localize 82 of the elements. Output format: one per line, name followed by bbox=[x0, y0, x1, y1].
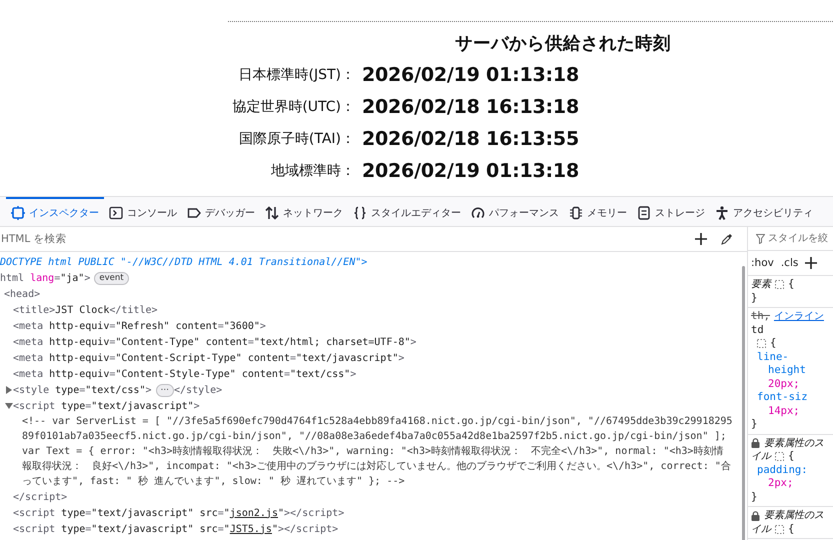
closing-brace: } bbox=[751, 292, 758, 305]
braces-icon bbox=[353, 206, 367, 220]
property-name: padding: bbox=[757, 464, 808, 477]
add-rule-icon[interactable] bbox=[805, 257, 818, 269]
accessibility-person-icon bbox=[715, 206, 729, 220]
markup-line[interactable]: <script type="text/javascript" src="json2.js"></script> bbox=[13, 508, 344, 518]
devtools-tab[interactable]: パフォーマンス bbox=[466, 197, 564, 226]
time-label: 地域標準時： bbox=[271, 162, 355, 180]
markup-line[interactable]: <head> bbox=[4, 288, 40, 300]
page-heading: サーバから供給された時刻 bbox=[455, 33, 671, 55]
collapsed-triangle-icon[interactable] bbox=[4, 386, 12, 394]
scrollbar-thumb[interactable] bbox=[742, 266, 745, 540]
source-link[interactable]: インライン bbox=[774, 310, 824, 324]
file-link[interactable]: json2.js bbox=[230, 508, 278, 518]
property-name: height bbox=[768, 364, 806, 378]
devtools-tab[interactable]: ストレージ bbox=[632, 197, 710, 226]
time-label: 国際原子時(TAI)： bbox=[238, 130, 355, 148]
storage-icon bbox=[637, 206, 651, 220]
markup-line[interactable]: <style type="text/css"> bbox=[13, 384, 152, 396]
property-name: line- bbox=[757, 350, 789, 364]
open-brace: { bbox=[788, 522, 794, 536]
open-brace: { bbox=[770, 337, 776, 350]
markup-line[interactable]: <meta http-equiv="Content-Style-Type" content="text/css"> bbox=[13, 368, 356, 380]
time-value: 2026/02/18 16:13:55 bbox=[362, 128, 579, 150]
selector-text: 要素属性のス bbox=[764, 509, 824, 522]
memory-chip-icon bbox=[569, 206, 583, 220]
inspector-icon bbox=[11, 206, 25, 220]
markup-line[interactable]: <title>JST Clock</title> bbox=[13, 304, 158, 316]
property-value: 14px; bbox=[768, 404, 800, 418]
markup-line[interactable]: <meta http-equiv="Content-Type" content="text/html; charset=UTF-8"> bbox=[13, 336, 416, 348]
dotted-square-icon[interactable] bbox=[775, 452, 784, 462]
selector-text: イル bbox=[751, 450, 771, 464]
add-icon[interactable] bbox=[695, 233, 707, 245]
html-search-field[interactable]: HTML を検索 bbox=[0, 229, 681, 249]
devtools-tab[interactable]: コンソール bbox=[104, 197, 182, 226]
devtools-tab[interactable]: デバッガー bbox=[182, 197, 260, 226]
time-value: 2026/02/19 01:13:18 bbox=[362, 160, 579, 182]
time-value: 2026/02/19 01:13:18 bbox=[362, 64, 579, 86]
markup-line[interactable]: html lang="ja"> bbox=[0, 272, 90, 284]
eyedropper-icon[interactable] bbox=[721, 233, 733, 245]
devtools-tab[interactable]: アクセシビリティ bbox=[710, 197, 818, 226]
closing-tag[interactable]: </script> bbox=[13, 492, 68, 502]
devtools-tab[interactable]: スタイルエディター bbox=[348, 197, 466, 226]
selector-text: 要素属性のス bbox=[764, 436, 824, 450]
comment-text[interactable]: <!-- var ServerList = [ "//3fe5a5f690efc790d4764f1c528a4ebb89fa4168.nict.go.jp/cgi-bin/json", "//67495dde3b39c2991829589f0101ab7a035eecf5.nict.go.jp/cgi-bin/json", "//08a08e3a6edef4ba7a0c055a42d8e1ba2597f2b5.nict.go.jp/cgi-bin/json" ]; var Text = { error: "<h3>時刻情報取得状況： 失敗<\/h3>", warning: "<h3>時刻情報取得状況： 不完全<\/h3>", normal: "<h3>時刻情報取得状況： 良好<\/h3>", incompat: "<h3>ご使用中のブラウザには対応していません。他のブラウザでご利用ください。<\/h3>", correct: "合っています", fast: " 秒 進んでいます", slow: " 秒 遅れています" }; --> bbox=[22, 414, 733, 489]
devtools-tab[interactable]: インスペクター bbox=[6, 197, 104, 226]
property-name: font-siz bbox=[757, 391, 808, 404]
dotted-square-icon[interactable] bbox=[775, 280, 784, 290]
selector-text: イル bbox=[751, 522, 771, 536]
devtools-tab[interactable]: ネットワーク bbox=[260, 197, 348, 226]
selector-text: 要素 bbox=[751, 278, 771, 292]
open-brace: { bbox=[788, 450, 794, 464]
up-down-arrows-icon bbox=[265, 206, 279, 220]
filter-icon bbox=[756, 234, 765, 244]
open-brace: { bbox=[788, 278, 794, 292]
property-value: 20px; bbox=[768, 378, 800, 391]
markup-line[interactable]: </style> bbox=[174, 384, 222, 396]
time-label: 協定世界時(UTC)： bbox=[232, 98, 355, 116]
closing-brace: } bbox=[751, 418, 758, 432]
time-label: 日本標準時(JST)： bbox=[238, 66, 355, 84]
doctype-line[interactable]: DOCTYPE html PUBLIC "-//W3C//DTD HTML 4.01 Transitional//EN"> bbox=[0, 256, 368, 268]
overridden-selector: th, bbox=[751, 310, 770, 324]
markup-line[interactable]: <meta http-equiv="Content-Script-Type" content="text/javascript"> bbox=[13, 352, 404, 364]
pseudo-class-toggle[interactable]: .cls bbox=[780, 257, 798, 269]
time-value: 2026/02/18 16:13:18 bbox=[362, 96, 579, 118]
pseudo-class-toggle[interactable]: :hov bbox=[751, 257, 774, 269]
event-badge[interactable]: event bbox=[94, 272, 129, 284]
markup-line[interactable]: <script type="text/javascript" src="JST5.js"></script> bbox=[13, 524, 338, 534]
selector-text: td bbox=[751, 324, 764, 337]
closing-brace: } bbox=[751, 490, 758, 504]
devtools-tab[interactable]: メモリー bbox=[564, 197, 632, 226]
property-value: 2px; bbox=[768, 477, 794, 490]
markup-line[interactable]: <meta http-equiv="Refresh" content="3600"> bbox=[13, 320, 266, 332]
event-badge[interactable]: ⋯ bbox=[156, 384, 174, 396]
file-link[interactable]: JST5.js bbox=[230, 524, 272, 534]
gauge-icon bbox=[471, 206, 485, 220]
tag-shape-icon bbox=[187, 206, 201, 220]
console-icon bbox=[109, 206, 123, 220]
dotted-square-icon[interactable] bbox=[757, 339, 766, 348]
markup-line[interactable]: <script type="text/javascript"> bbox=[13, 400, 200, 412]
dotted-square-icon[interactable] bbox=[775, 524, 784, 534]
expanded-triangle-icon[interactable] bbox=[4, 402, 12, 410]
